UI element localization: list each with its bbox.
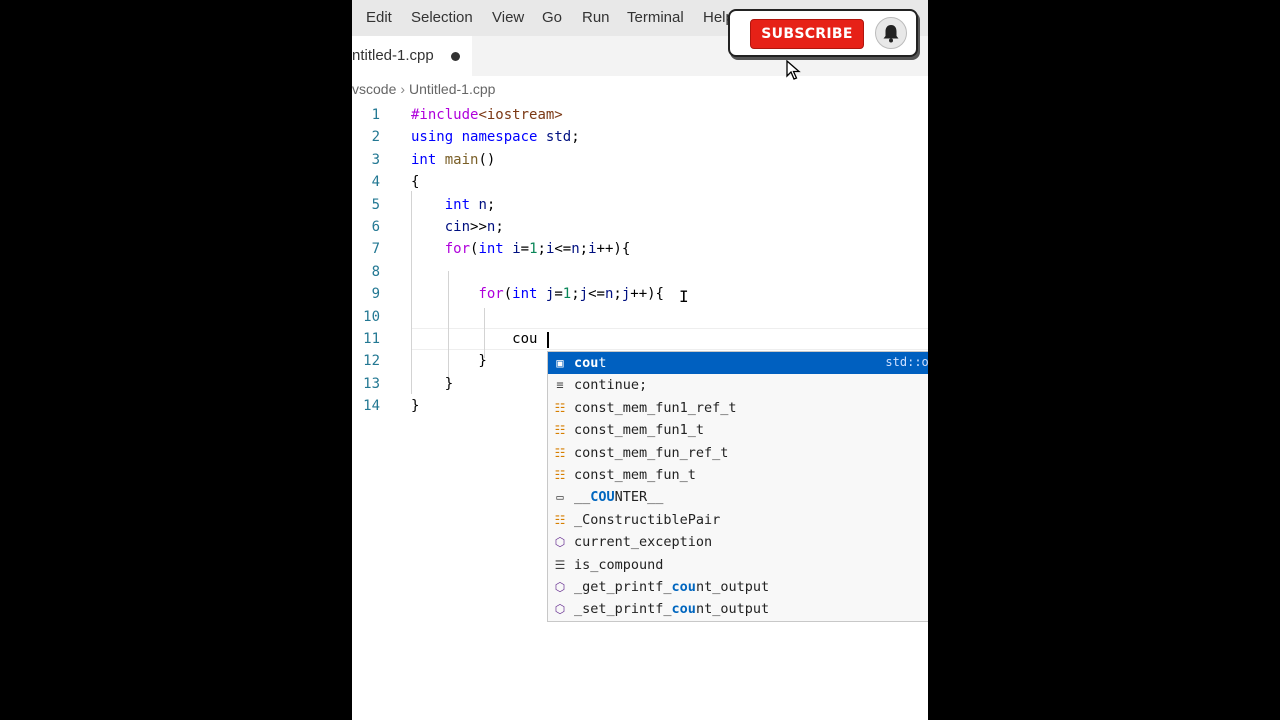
suggestion-item[interactable]: ⬡ current_exception — [548, 531, 928, 553]
code-line: 5 int n; — [352, 194, 928, 216]
unsaved-dot-icon[interactable] — [451, 52, 460, 61]
suggestion-label: __COUNTER__ — [574, 489, 664, 506]
code-text: using namespace std; — [411, 129, 580, 146]
suggestion-label: _get_printf_count_output — [574, 579, 770, 595]
suggestion-item[interactable]: ⬡ _set_printf_count_output — [548, 598, 928, 620]
suggestion-label: _ConstructiblePair — [574, 511, 721, 528]
suggestion-detail: std::os — [885, 355, 928, 369]
code-text: for(int i=1;i<=n;i++){ — [444, 241, 631, 258]
suggestion-item[interactable]: ☷ const_mem_fun_ref_t — [548, 442, 928, 464]
code-text: cin>>n; — [444, 219, 504, 235]
line-number: 4 — [371, 174, 380, 191]
suggestion-label: is_compound — [574, 556, 664, 573]
code-text: int n; — [444, 196, 496, 213]
struct-icon: ☰ — [554, 557, 566, 572]
breadcrumb-folder[interactable]: vscode — [352, 81, 396, 97]
suggestion-label: cout — [574, 355, 607, 371]
line-number: 2 — [371, 129, 380, 146]
macro-icon: ▭ — [556, 490, 564, 505]
object-icon: ▣ — [556, 356, 564, 370]
breadcrumb-file[interactable]: Untitled-1.cpp — [409, 81, 495, 97]
code-line: 4{ — [352, 171, 928, 193]
code-text: cou — [411, 331, 538, 347]
line-number: 3 — [371, 151, 380, 168]
menu-go[interactable]: Go — [542, 9, 562, 26]
code-line: 11 cou — [352, 328, 928, 350]
suggestion-label: continue; — [574, 377, 648, 394]
suggestion-item[interactable]: ☷ const_mem_fun1_ref_t — [548, 397, 928, 419]
suggestion-item[interactable]: ▣ cout std::os — [548, 352, 928, 375]
menu-view[interactable]: View — [492, 9, 524, 26]
menu-selection[interactable]: Selection — [411, 9, 473, 26]
line-number: 13 — [363, 375, 380, 392]
menu-terminal[interactable]: Terminal — [627, 9, 684, 26]
line-number: 8 — [371, 263, 380, 280]
autocomplete-suggestions[interactable]: ▣ cout std::os≡ continue;☷ const_mem_fun1_re… — [547, 351, 928, 622]
code-line: 10 — [352, 306, 928, 328]
function-icon: ⬡ — [554, 535, 566, 550]
class-icon: ☷ — [554, 400, 566, 415]
line-number: 14 — [363, 398, 380, 415]
suggestion-item[interactable]: ▭ __COUNTER__ — [548, 486, 928, 508]
code-line: 1 #include<iostream> — [352, 104, 928, 126]
snippet-icon: ≡ — [556, 378, 564, 393]
line-number: 9 — [371, 286, 380, 303]
code-line: 3 int main() — [352, 149, 928, 171]
code-text: } — [411, 398, 420, 415]
suggestion-label: current_exception — [574, 534, 713, 551]
line-number: 11 — [363, 331, 380, 347]
tab-untitled-1[interactable]: ntitled-1.cpp — [352, 36, 472, 76]
suggestion-item[interactable]: ☷ const_mem_fun1_t — [548, 419, 928, 441]
mouse-pointer-icon — [786, 60, 801, 80]
bell-icon[interactable] — [875, 17, 907, 49]
vscode-window: Edit Selection View Go Run Terminal Help… — [352, 0, 928, 720]
line-number: 10 — [363, 308, 380, 325]
line-number: 12 — [363, 353, 380, 370]
class-icon: ☷ — [554, 423, 566, 438]
suggestion-label: const_mem_fun_ref_t — [574, 444, 729, 461]
code-text: } — [411, 353, 487, 370]
chevron-right-icon: › — [400, 81, 406, 97]
code-text: int main() — [411, 151, 496, 168]
code-line: 2 using namespace std; — [352, 126, 928, 148]
suggestion-label: _set_printf_count_output — [574, 601, 770, 618]
line-number: 5 — [371, 196, 380, 213]
function-icon: ⬡ — [554, 602, 566, 617]
breadcrumb: vscode › Untitled-1.cpp — [352, 81, 495, 97]
suggestion-label: const_mem_fun_t — [574, 467, 696, 483]
suggestion-item[interactable]: ☰ is_compound — [548, 554, 928, 576]
suggestion-label: const_mem_fun1_t — [574, 422, 705, 439]
menu-run[interactable]: Run — [582, 9, 610, 26]
text-caret — [547, 332, 549, 348]
suggestion-item[interactable]: ⬡ _get_printf_count_output — [548, 576, 928, 598]
class-icon: ☷ — [554, 445, 566, 460]
class-icon: ☷ — [554, 512, 566, 527]
menu-edit[interactable]: Edit — [366, 9, 392, 26]
subscribe-button[interactable]: SUBSCRIBE — [750, 19, 864, 49]
code-line: 7 for(int i=1;i<=n;i++){ — [352, 238, 928, 260]
code-text: for(int j=1;j<=n;j++){ — [478, 286, 664, 303]
code-line: 6 cin>>n; — [352, 216, 928, 238]
tab-label: ntitled-1.cpp — [352, 47, 434, 64]
line-number: 6 — [371, 219, 380, 235]
suggestion-label: const_mem_fun1_ref_t — [574, 399, 737, 416]
suggestion-item[interactable]: ≡ continue; — [548, 374, 928, 396]
code-line: 9 for(int j=1;j<=n;j++){ — [352, 283, 928, 305]
subscribe-overlay: SUBSCRIBE — [728, 9, 918, 57]
suggestion-item[interactable]: ☷ const_mem_fun_t — [548, 464, 928, 486]
code-text: #include<iostream> — [411, 107, 563, 123]
line-number: 1 — [371, 107, 380, 123]
suggestion-item[interactable]: ☷ _ConstructiblePair — [548, 509, 928, 531]
code-text: } — [411, 375, 454, 392]
function-icon: ⬡ — [554, 580, 566, 594]
code-text: { — [411, 174, 420, 191]
code-line: 8 — [352, 261, 928, 283]
line-number: 7 — [371, 241, 380, 258]
class-icon: ☷ — [554, 468, 566, 482]
i-beam-cursor-icon: I — [679, 287, 689, 306]
